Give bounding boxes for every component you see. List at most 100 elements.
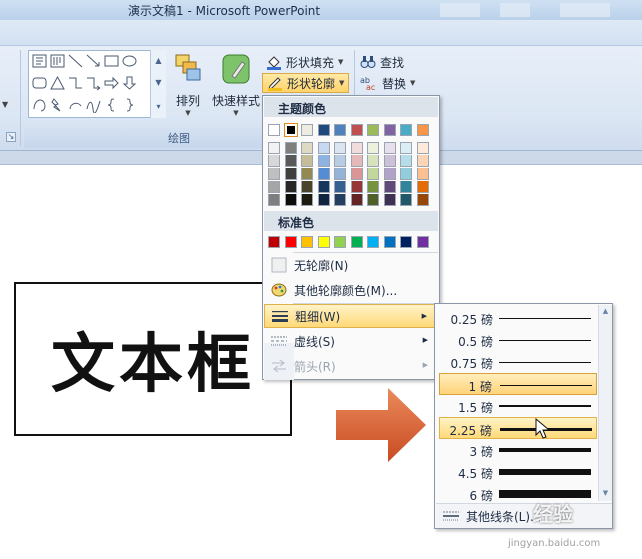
theme-color-swatch[interactable]	[283, 123, 298, 137]
standard-color-swatch[interactable]	[268, 236, 280, 248]
theme-shade-swatch[interactable]	[400, 142, 412, 154]
weight-option[interactable]: 1.5 磅	[439, 395, 597, 417]
theme-shade-swatch[interactable]	[383, 168, 396, 180]
theme-shade-swatch[interactable]	[383, 194, 396, 206]
theme-shade-swatch[interactable]	[367, 155, 379, 167]
standard-color-swatch[interactable]	[317, 236, 330, 248]
theme-shade-swatch[interactable]	[284, 181, 297, 193]
theme-shade-swatch[interactable]	[367, 194, 379, 206]
arc-shape-icon[interactable]	[67, 97, 84, 113]
theme-shade-swatch[interactable]	[416, 168, 429, 180]
theme-shade-swatch[interactable]	[350, 168, 363, 180]
triangle-shape-icon[interactable]	[49, 75, 66, 91]
theme-color-swatch[interactable]	[416, 124, 429, 136]
theme-shade-swatch[interactable]	[284, 194, 297, 206]
standard-color-swatch[interactable]	[284, 236, 297, 248]
no-outline-item[interactable]: 无轮廓(N)	[264, 253, 438, 277]
rounded-rectangle-shape-icon[interactable]	[31, 75, 48, 91]
theme-shade-swatch[interactable]	[416, 181, 429, 193]
theme-shade-swatch[interactable]	[416, 194, 429, 206]
star-shape-icon[interactable]	[31, 97, 48, 113]
theme-shade-swatch[interactable]	[301, 142, 313, 154]
scroll-up-icon[interactable]: ▲	[599, 307, 612, 315]
right-arrow-shape-icon[interactable]	[103, 75, 120, 91]
weight-option[interactable]: 2.25 磅	[439, 417, 597, 439]
theme-shade-swatch[interactable]	[334, 194, 346, 206]
gallery-more-icon[interactable]: ▾	[151, 96, 166, 118]
arrange-button[interactable]: 排列 ▼	[170, 52, 206, 122]
theme-color-swatch[interactable]	[268, 124, 280, 136]
theme-shade-swatch[interactable]	[268, 142, 280, 154]
theme-color-swatch[interactable]	[317, 124, 330, 136]
theme-shade-swatch[interactable]	[317, 194, 330, 206]
theme-shade-swatch[interactable]	[400, 181, 412, 193]
weight-option[interactable]: 3 磅	[439, 439, 597, 461]
weight-option[interactable]: 4.5 磅	[439, 461, 597, 483]
weight-option[interactable]: 0.5 磅	[439, 329, 597, 351]
shape-outline-button[interactable]: 形状轮廓 ▼	[262, 73, 350, 93]
theme-shade-swatch[interactable]	[334, 181, 346, 193]
textbox-shape-icon[interactable]	[31, 53, 48, 69]
scroll-up-icon[interactable]: ▲	[151, 50, 166, 72]
lightning-shape-icon[interactable]	[49, 97, 66, 113]
theme-shade-swatch[interactable]	[416, 155, 429, 167]
arrow-line-shape-icon[interactable]	[85, 53, 102, 69]
elbow-connector-shape-icon[interactable]	[67, 75, 84, 91]
theme-color-swatch[interactable]	[350, 124, 363, 136]
standard-color-swatch[interactable]	[367, 236, 379, 248]
weight-item[interactable]: 粗细(W) ▶	[264, 304, 438, 328]
theme-shade-swatch[interactable]	[350, 142, 363, 154]
weight-option[interactable]: 0.25 磅	[439, 307, 597, 329]
theme-shade-swatch[interactable]	[400, 194, 412, 206]
theme-shade-swatch[interactable]	[383, 181, 396, 193]
dashes-item[interactable]: 虚线(S) ▶	[264, 329, 438, 353]
theme-shade-swatch[interactable]	[268, 181, 280, 193]
standard-color-swatch[interactable]	[383, 236, 396, 248]
weight-option[interactable]: 0.75 磅	[439, 351, 597, 373]
theme-color-swatch[interactable]	[301, 124, 313, 136]
theme-shade-swatch[interactable]	[317, 168, 330, 180]
theme-shade-swatch[interactable]	[383, 155, 396, 167]
brace-shape-icon[interactable]	[103, 97, 120, 113]
theme-shade-swatch[interactable]	[334, 142, 346, 154]
quick-styles-button[interactable]: 快速样式 ▼	[210, 52, 262, 122]
theme-shade-swatch[interactable]	[268, 168, 280, 180]
elbow-arrow-connector-shape-icon[interactable]	[85, 75, 102, 91]
theme-shade-swatch[interactable]	[317, 142, 330, 154]
theme-shade-swatch[interactable]	[301, 155, 313, 167]
theme-shade-swatch[interactable]	[367, 168, 379, 180]
theme-shade-swatch[interactable]	[301, 194, 313, 206]
standard-color-swatch[interactable]	[350, 236, 363, 248]
theme-shade-swatch[interactable]	[268, 155, 280, 167]
theme-shade-swatch[interactable]	[317, 181, 330, 193]
theme-color-swatch[interactable]	[334, 124, 346, 136]
shapes-gallery[interactable]	[28, 50, 166, 118]
weight-option[interactable]: 1 磅	[439, 373, 597, 395]
shape-fill-button[interactable]: 形状填充 ▼	[266, 52, 343, 72]
scroll-down-icon[interactable]: ▼	[599, 489, 612, 497]
standard-color-swatch[interactable]	[301, 236, 313, 248]
theme-shade-swatch[interactable]	[367, 181, 379, 193]
line-shape-icon[interactable]	[67, 53, 84, 69]
theme-shade-swatch[interactable]	[400, 155, 412, 167]
rectangle-shape-icon[interactable]	[103, 53, 120, 69]
theme-color-swatch[interactable]	[383, 124, 396, 136]
theme-shade-swatch[interactable]	[416, 142, 429, 154]
theme-shade-swatch[interactable]	[367, 142, 379, 154]
theme-shade-swatch[interactable]	[284, 168, 297, 180]
oval-shape-icon[interactable]	[121, 53, 138, 69]
theme-shade-swatch[interactable]	[350, 194, 363, 206]
theme-shade-swatch[interactable]	[350, 181, 363, 193]
down-arrow-shape-icon[interactable]	[121, 75, 138, 91]
vertical-textbox-shape-icon[interactable]	[49, 53, 66, 69]
theme-shade-swatch[interactable]	[284, 155, 297, 167]
chevron-down-icon[interactable]: ▼	[2, 100, 8, 109]
theme-shade-swatch[interactable]	[334, 168, 346, 180]
more-outline-colors-item[interactable]: 其他轮廓颜色(M)...	[264, 278, 438, 302]
standard-color-swatch[interactable]	[400, 236, 412, 248]
theme-shade-swatch[interactable]	[301, 168, 313, 180]
slide-textbox[interactable]: 文本框	[14, 282, 292, 436]
replace-button[interactable]: ab ac 替换 ▼	[360, 73, 415, 93]
theme-shade-swatch[interactable]	[400, 168, 412, 180]
find-button[interactable]: 查找	[360, 52, 404, 72]
